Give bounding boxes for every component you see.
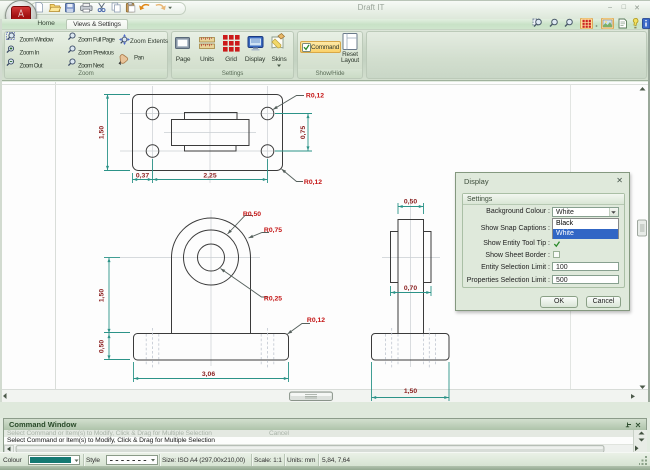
svg-text:Grid: Grid bbox=[225, 56, 237, 63]
svg-text:Pan: Pan bbox=[134, 55, 145, 62]
svg-text:Zoom Previous: Zoom Previous bbox=[78, 50, 114, 57]
svg-text:Skins: Skins bbox=[271, 56, 287, 63]
svg-text:0,37: 0,37 bbox=[136, 173, 149, 180]
svg-text:Zoom Out: Zoom Out bbox=[20, 63, 43, 70]
svg-text:3,06: 3,06 bbox=[202, 371, 215, 378]
svg-text:0,70: 0,70 bbox=[404, 285, 417, 292]
svg-text:0,75: 0,75 bbox=[300, 126, 307, 139]
svg-text:R0,12: R0,12 bbox=[307, 317, 325, 324]
svg-text:R0,50: R0,50 bbox=[243, 211, 261, 218]
svg-text:0,50: 0,50 bbox=[99, 340, 106, 353]
svg-text:2,25: 2,25 bbox=[203, 173, 216, 180]
svg-text:Zoom Next: Zoom Next bbox=[78, 63, 104, 70]
svg-text:1,50: 1,50 bbox=[99, 126, 106, 139]
svg-text:0,50: 0,50 bbox=[404, 199, 417, 206]
svg-text:Zoom Extents: Zoom Extents bbox=[130, 38, 168, 45]
svg-text:Units: Units bbox=[200, 56, 215, 63]
svg-text:R0,12: R0,12 bbox=[306, 93, 324, 100]
svg-text:Page: Page bbox=[176, 56, 191, 63]
svg-text:Display: Display bbox=[245, 56, 266, 63]
svg-text:1,50: 1,50 bbox=[99, 289, 106, 302]
svg-text:Zoom In: Zoom In bbox=[20, 50, 41, 57]
svg-text:R0,12: R0,12 bbox=[304, 179, 322, 186]
svg-text:Zoom Full Page: Zoom Full Page bbox=[78, 37, 116, 44]
svg-text:R0,75: R0,75 bbox=[264, 227, 282, 234]
svg-text:Zoom Window: Zoom Window bbox=[20, 37, 55, 44]
svg-text:R0,25: R0,25 bbox=[264, 296, 282, 303]
